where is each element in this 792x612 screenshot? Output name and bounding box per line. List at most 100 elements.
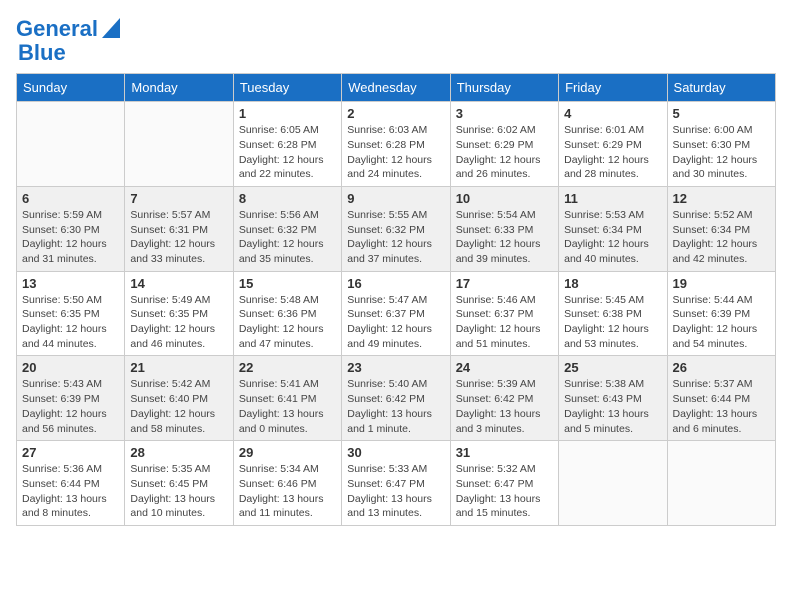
calendar-cell: 11 Sunrise: 5:53 AM Sunset: 6:34 PM Dayli…	[559, 186, 667, 271]
weekday-header-thursday: Thursday	[450, 74, 558, 102]
day-info: Sunrise: 5:45 AM Sunset: 6:38 PM Dayligh…	[564, 293, 661, 352]
day-info: Sunrise: 5:44 AM Sunset: 6:39 PM Dayligh…	[673, 293, 770, 352]
weekday-header-wednesday: Wednesday	[342, 74, 450, 102]
day-number: 8	[239, 191, 336, 206]
calendar-cell: 20 Sunrise: 5:43 AM Sunset: 6:39 PM Dayli…	[17, 356, 125, 441]
weekday-header-sunday: Sunday	[17, 74, 125, 102]
day-number: 11	[564, 191, 661, 206]
calendar-cell: 25 Sunrise: 5:38 AM Sunset: 6:43 PM Dayli…	[559, 356, 667, 441]
weekday-header-monday: Monday	[125, 74, 233, 102]
calendar-cell	[125, 102, 233, 187]
calendar-cell: 12 Sunrise: 5:52 AM Sunset: 6:34 PM Dayli…	[667, 186, 775, 271]
day-number: 3	[456, 106, 553, 121]
calendar-cell: 9 Sunrise: 5:55 AM Sunset: 6:32 PM Daylig…	[342, 186, 450, 271]
day-info: Sunrise: 5:46 AM Sunset: 6:37 PM Dayligh…	[456, 293, 553, 352]
day-info: Sunrise: 5:42 AM Sunset: 6:40 PM Dayligh…	[130, 377, 227, 436]
calendar-cell: 5Sunrise: 6:00 AM Sunset: 6:30 PM Daylig…	[667, 102, 775, 187]
day-number: 24	[456, 360, 553, 375]
day-info: Sunrise: 5:47 AM Sunset: 6:37 PM Dayligh…	[347, 293, 444, 352]
logo-blue-text: Blue	[18, 41, 66, 65]
day-number: 21	[130, 360, 227, 375]
calendar-cell: 15 Sunrise: 5:48 AM Sunset: 6:36 PM Dayli…	[233, 271, 341, 356]
calendar-cell: 19Sunrise: 5:44 AM Sunset: 6:39 PM Dayli…	[667, 271, 775, 356]
calendar-week-1: 1Sunrise: 6:05 AM Sunset: 6:28 PM Daylig…	[17, 102, 776, 187]
day-info: Sunrise: 6:00 AM Sunset: 6:30 PM Dayligh…	[673, 123, 770, 182]
calendar-cell: 16 Sunrise: 5:47 AM Sunset: 6:37 PM Dayli…	[342, 271, 450, 356]
day-number: 12	[673, 191, 770, 206]
calendar-cell: 22 Sunrise: 5:41 AM Sunset: 6:41 PM Dayli…	[233, 356, 341, 441]
day-info: Sunrise: 5:53 AM Sunset: 6:34 PM Dayligh…	[564, 208, 661, 267]
day-info: Sunrise: 5:59 AM Sunset: 6:30 PM Dayligh…	[22, 208, 119, 267]
calendar-week-5: 27Sunrise: 5:36 AM Sunset: 6:44 PM Dayli…	[17, 441, 776, 526]
calendar-cell: 13 Sunrise: 5:50 AM Sunset: 6:35 PM Dayli…	[17, 271, 125, 356]
calendar-cell: 30 Sunrise: 5:33 AM Sunset: 6:47 PM Dayli…	[342, 441, 450, 526]
day-number: 14	[130, 276, 227, 291]
day-number: 30	[347, 445, 444, 460]
day-info: Sunrise: 5:35 AM Sunset: 6:45 PM Dayligh…	[130, 462, 227, 521]
day-number: 23	[347, 360, 444, 375]
day-info: Sunrise: 5:34 AM Sunset: 6:46 PM Dayligh…	[239, 462, 336, 521]
day-info: Sunrise: 5:41 AM Sunset: 6:41 PM Dayligh…	[239, 377, 336, 436]
calendar-cell: 27Sunrise: 5:36 AM Sunset: 6:44 PM Dayli…	[17, 441, 125, 526]
day-info: Sunrise: 6:02 AM Sunset: 6:29 PM Dayligh…	[456, 123, 553, 182]
calendar-cell: 2 Sunrise: 6:03 AM Sunset: 6:28 PM Daylig…	[342, 102, 450, 187]
calendar-cell: 28 Sunrise: 5:35 AM Sunset: 6:45 PM Dayli…	[125, 441, 233, 526]
day-info: Sunrise: 5:50 AM Sunset: 6:35 PM Dayligh…	[22, 293, 119, 352]
day-number: 16	[347, 276, 444, 291]
day-number: 31	[456, 445, 553, 460]
day-info: Sunrise: 5:49 AM Sunset: 6:35 PM Dayligh…	[130, 293, 227, 352]
day-info: Sunrise: 5:40 AM Sunset: 6:42 PM Dayligh…	[347, 377, 444, 436]
weekday-header-tuesday: Tuesday	[233, 74, 341, 102]
day-number: 2	[347, 106, 444, 121]
day-number: 13	[22, 276, 119, 291]
day-number: 9	[347, 191, 444, 206]
day-number: 28	[130, 445, 227, 460]
calendar-week-4: 20 Sunrise: 5:43 AM Sunset: 6:39 PM Dayli…	[17, 356, 776, 441]
day-info: Sunrise: 5:33 AM Sunset: 6:47 PM Dayligh…	[347, 462, 444, 521]
day-info: Sunrise: 6:03 AM Sunset: 6:28 PM Dayligh…	[347, 123, 444, 182]
calendar-cell: 18Sunrise: 5:45 AM Sunset: 6:38 PM Dayli…	[559, 271, 667, 356]
calendar-cell: 26 Sunrise: 5:37 AM Sunset: 6:44 PM Dayli…	[667, 356, 775, 441]
calendar-cell: 10 Sunrise: 5:54 AM Sunset: 6:33 PM Dayli…	[450, 186, 558, 271]
calendar-cell: 29 Sunrise: 5:34 AM Sunset: 6:46 PM Dayli…	[233, 441, 341, 526]
day-number: 26	[673, 360, 770, 375]
logo-text: General	[16, 17, 98, 41]
day-info: Sunrise: 5:36 AM Sunset: 6:44 PM Dayligh…	[22, 462, 119, 521]
calendar-cell: 24 Sunrise: 5:39 AM Sunset: 6:42 PM Dayli…	[450, 356, 558, 441]
day-info: Sunrise: 5:39 AM Sunset: 6:42 PM Dayligh…	[456, 377, 553, 436]
day-number: 20	[22, 360, 119, 375]
calendar-cell: 3 Sunrise: 6:02 AM Sunset: 6:29 PM Daylig…	[450, 102, 558, 187]
calendar-cell: 7Sunrise: 5:57 AM Sunset: 6:31 PM Daylig…	[125, 186, 233, 271]
calendar-week-2: 6Sunrise: 5:59 AM Sunset: 6:30 PM Daylig…	[17, 186, 776, 271]
calendar-cell: 8 Sunrise: 5:56 AM Sunset: 6:32 PM Daylig…	[233, 186, 341, 271]
weekday-header-friday: Friday	[559, 74, 667, 102]
calendar-cell: 21 Sunrise: 5:42 AM Sunset: 6:40 PM Dayli…	[125, 356, 233, 441]
day-number: 22	[239, 360, 336, 375]
day-info: Sunrise: 5:43 AM Sunset: 6:39 PM Dayligh…	[22, 377, 119, 436]
calendar-cell: 14 Sunrise: 5:49 AM Sunset: 6:35 PM Dayli…	[125, 271, 233, 356]
day-info: Sunrise: 5:37 AM Sunset: 6:44 PM Dayligh…	[673, 377, 770, 436]
day-number: 29	[239, 445, 336, 460]
day-number: 17	[456, 276, 553, 291]
calendar-cell: 23 Sunrise: 5:40 AM Sunset: 6:42 PM Dayli…	[342, 356, 450, 441]
day-info: Sunrise: 5:32 AM Sunset: 6:47 PM Dayligh…	[456, 462, 553, 521]
day-info: Sunrise: 5:38 AM Sunset: 6:43 PM Dayligh…	[564, 377, 661, 436]
day-info: Sunrise: 5:48 AM Sunset: 6:36 PM Dayligh…	[239, 293, 336, 352]
calendar-cell: 1Sunrise: 6:05 AM Sunset: 6:28 PM Daylig…	[233, 102, 341, 187]
logo-icon	[102, 18, 120, 38]
day-info: Sunrise: 5:56 AM Sunset: 6:32 PM Dayligh…	[239, 208, 336, 267]
day-number: 10	[456, 191, 553, 206]
calendar-cell: 17 Sunrise: 5:46 AM Sunset: 6:37 PM Dayli…	[450, 271, 558, 356]
day-info: Sunrise: 5:55 AM Sunset: 6:32 PM Dayligh…	[347, 208, 444, 267]
day-info: Sunrise: 5:54 AM Sunset: 6:33 PM Dayligh…	[456, 208, 553, 267]
day-number: 7	[130, 191, 227, 206]
day-info: Sunrise: 5:52 AM Sunset: 6:34 PM Dayligh…	[673, 208, 770, 267]
calendar-cell: 31 Sunrise: 5:32 AM Sunset: 6:47 PM Dayli…	[450, 441, 558, 526]
day-number: 15	[239, 276, 336, 291]
weekday-header-saturday: Saturday	[667, 74, 775, 102]
day-number: 25	[564, 360, 661, 375]
calendar-week-3: 13 Sunrise: 5:50 AM Sunset: 6:35 PM Dayli…	[17, 271, 776, 356]
calendar-cell	[17, 102, 125, 187]
logo: General Blue	[16, 16, 120, 65]
day-info: Sunrise: 6:01 AM Sunset: 6:29 PM Dayligh…	[564, 123, 661, 182]
